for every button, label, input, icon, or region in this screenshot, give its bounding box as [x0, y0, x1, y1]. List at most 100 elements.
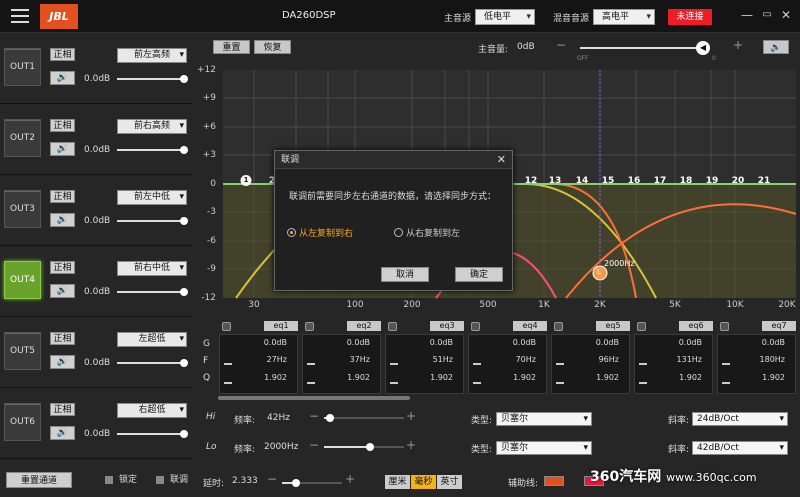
eq-q[interactable]: 1.902: [347, 373, 370, 382]
eq-band-name[interactable]: eq5: [596, 321, 630, 331]
plus-icon[interactable]: +: [345, 472, 355, 486]
delay-value[interactable]: 2.333: [232, 476, 258, 486]
channel-gain-slider[interactable]: [117, 217, 188, 225]
lo-slope-select[interactable]: 42dB/Oct: [692, 441, 788, 455]
speaker-icon[interactable]: 🔊: [50, 284, 75, 298]
main-source-select[interactable]: 低电平: [475, 9, 535, 25]
eq-gain[interactable]: 0.0dB: [762, 338, 785, 347]
eq-band-name[interactable]: eq6: [679, 321, 713, 331]
channel-assign-select[interactable]: 前右高频: [117, 119, 187, 134]
eq-q[interactable]: 1.902: [430, 373, 453, 382]
dialog-cancel-button[interactable]: 取消: [381, 267, 429, 282]
reset-channel-button[interactable]: 重置通道: [6, 472, 72, 488]
delay-slider[interactable]: [282, 479, 342, 487]
mix-source-select[interactable]: 高电平: [593, 9, 655, 25]
eq-node[interactable]: 15: [602, 176, 615, 186]
volume-knob-icon[interactable]: ◀: [696, 41, 710, 55]
slider-knob[interactable]: [326, 414, 334, 422]
slider-knob[interactable]: [292, 479, 300, 487]
hi-freq-value[interactable]: 42Hz: [267, 413, 290, 423]
connection-status-button[interactable]: 未连接: [668, 9, 712, 25]
speaker-icon[interactable]: 🔊: [50, 426, 75, 440]
master-volume-slider[interactable]: ◀: [580, 41, 710, 55]
eq-gain[interactable]: 0.0dB: [513, 338, 536, 347]
eq-freq[interactable]: 37Hz: [350, 355, 370, 364]
hi-slope-select[interactable]: 24dB/Oct: [692, 412, 788, 426]
minus-icon[interactable]: −: [309, 438, 319, 452]
eq-node[interactable]: 1: [240, 175, 252, 186]
power-icon[interactable]: [471, 322, 480, 331]
plus-icon[interactable]: +: [406, 438, 416, 452]
eq-q[interactable]: 1.902: [679, 373, 702, 382]
eq-gain[interactable]: 0.0dB: [264, 338, 287, 347]
hi-type-select[interactable]: 贝塞尔: [496, 412, 592, 426]
lo-freq-slider[interactable]: [324, 443, 404, 451]
dialog-close-icon[interactable]: ✕: [497, 153, 506, 166]
eq-node[interactable]: 20: [732, 176, 745, 186]
copy-left-to-right-radio[interactable]: 从左复制到右: [287, 226, 353, 239]
slider-knob[interactable]: [180, 359, 188, 367]
eq-q[interactable]: 1.902: [762, 373, 785, 382]
close-icon[interactable]: ✕: [779, 8, 793, 22]
eq-node[interactable]: 16: [628, 176, 641, 186]
phase-button[interactable]: 正相: [50, 261, 75, 274]
slider-knob[interactable]: [180, 146, 188, 154]
out-button[interactable]: OUT1: [4, 48, 41, 86]
power-icon[interactable]: [554, 322, 563, 331]
phase-button[interactable]: 正相: [50, 403, 75, 416]
power-icon[interactable]: [720, 322, 729, 331]
channel-gain-slider[interactable]: [117, 146, 188, 154]
slider-knob[interactable]: [366, 443, 374, 451]
channel-assign-select[interactable]: 左超低: [117, 332, 187, 347]
slider-knob[interactable]: [180, 430, 188, 438]
phase-button[interactable]: 正相: [50, 190, 75, 203]
assist-line-color[interactable]: [544, 476, 564, 486]
maximize-icon[interactable]: ▭: [760, 8, 774, 22]
crossover-marker[interactable]: L: [597, 268, 601, 276]
eq-freq[interactable]: 27Hz: [267, 355, 287, 364]
eq-gain[interactable]: 0.0dB: [679, 338, 702, 347]
eq-node[interactable]: 17: [654, 176, 667, 186]
channel-gain-slider[interactable]: [117, 430, 188, 438]
minus-icon[interactable]: −: [309, 409, 319, 423]
unit-ms-button[interactable]: 毫秒: [411, 475, 436, 489]
eq-freq[interactable]: 51Hz: [433, 355, 453, 364]
eq-band-name[interactable]: eq2: [347, 321, 381, 331]
channel-assign-select[interactable]: 右超低: [117, 403, 187, 418]
eq-q[interactable]: 1.902: [264, 373, 287, 382]
eq-gain[interactable]: 0.0dB: [596, 338, 619, 347]
eq-freq[interactable]: 70Hz: [516, 355, 536, 364]
reset-button[interactable]: 重置: [213, 40, 250, 54]
minus-icon[interactable]: −: [267, 472, 277, 486]
channel-assign-select[interactable]: 前左高频: [117, 48, 187, 63]
eq-gain[interactable]: 0.0dB: [347, 338, 370, 347]
eq-freq[interactable]: 96Hz: [599, 355, 619, 364]
speaker-icon[interactable]: 🔊: [50, 213, 75, 227]
phase-button[interactable]: 正相: [50, 332, 75, 345]
channel-assign-select[interactable]: 前左中低: [117, 190, 187, 205]
power-icon[interactable]: [637, 322, 646, 331]
eq-node[interactable]: 12: [525, 176, 538, 186]
eq-node[interactable]: 14: [576, 176, 589, 186]
eq-band-name[interactable]: eq7: [762, 321, 796, 331]
eq-gain[interactable]: 0.0dB: [430, 338, 453, 347]
eq-freq[interactable]: 180Hz: [760, 355, 785, 364]
hi-freq-slider[interactable]: [324, 414, 404, 422]
speaker-icon[interactable]: 🔊: [50, 355, 75, 369]
dialog-ok-button[interactable]: 确定: [455, 267, 503, 282]
eq-node[interactable]: 13: [549, 176, 562, 186]
menu-icon[interactable]: [11, 9, 29, 24]
plus-icon[interactable]: +: [733, 38, 743, 52]
minimize-icon[interactable]: —: [740, 8, 754, 22]
out-button[interactable]: OUT5: [4, 332, 41, 370]
lock-checkbox[interactable]: [105, 476, 113, 484]
restore-button[interactable]: 恢复: [254, 40, 291, 54]
minus-icon[interactable]: −: [556, 38, 566, 52]
eq-band-name[interactable]: eq1: [264, 321, 298, 331]
channel-gain-slider[interactable]: [117, 75, 188, 83]
channel-gain-slider[interactable]: [117, 359, 188, 367]
phase-button[interactable]: 正相: [50, 48, 75, 61]
lo-freq-value[interactable]: 2000Hz: [264, 442, 298, 452]
lo-type-select[interactable]: 贝塞尔: [496, 441, 592, 455]
channel-assign-select[interactable]: 前右中低: [117, 261, 187, 276]
